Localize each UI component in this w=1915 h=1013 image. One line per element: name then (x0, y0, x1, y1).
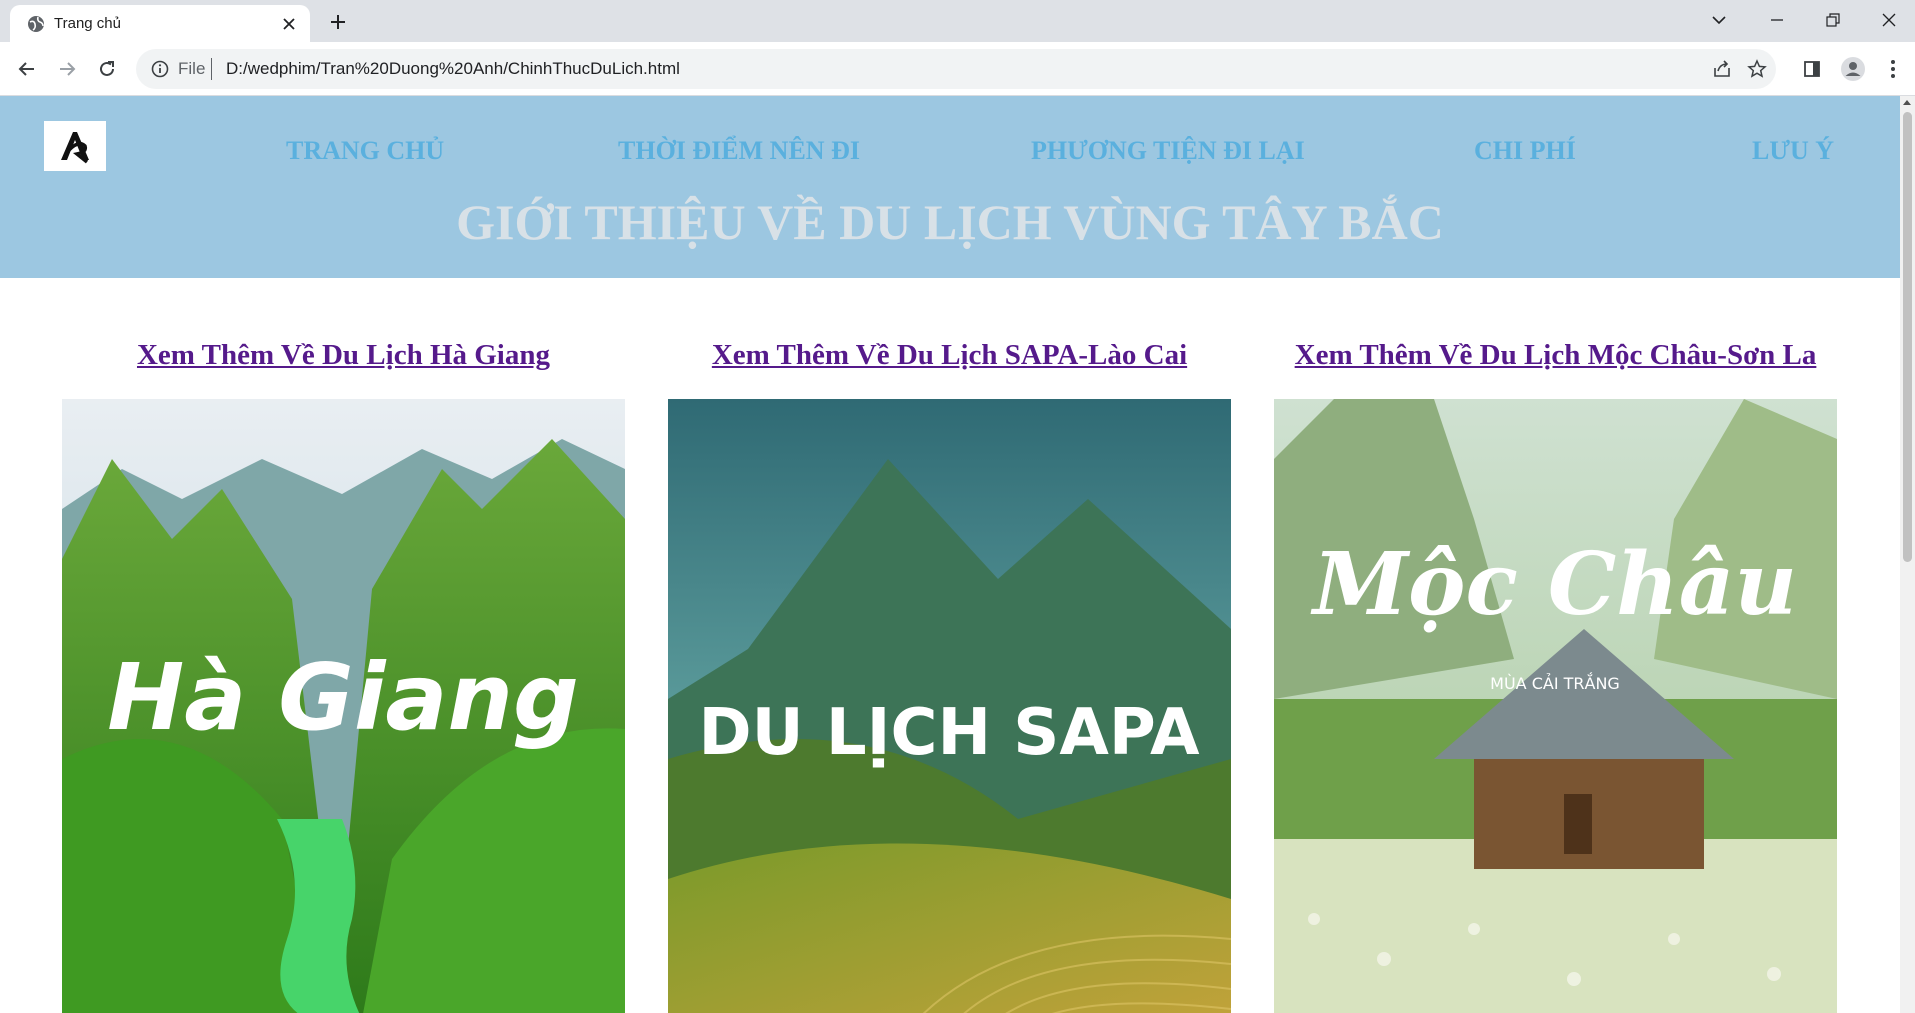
sapa-image-text: DU LỊCH SAPA (699, 696, 1200, 770)
tab-strip: Trang chủ (0, 0, 1915, 42)
ha-giang-image[interactable]: Hà Giang (62, 399, 625, 1013)
moc-chau-image-subtext: MÙA CẢI TRẮNG (1490, 672, 1620, 693)
link-ha-giang[interactable]: Xem Thêm Về Du Lịch Hà Giang (62, 338, 625, 372)
moc-chau-image[interactable]: Mộc Châu MÙA CẢI TRẮNG (1274, 399, 1837, 1013)
url-text[interactable]: D:/wedphim/Tran%20Duong%20Anh/ChinhThucD… (226, 59, 680, 79)
close-icon[interactable] (278, 13, 300, 35)
info-icon[interactable] (150, 59, 170, 79)
chevron-down-icon[interactable] (1699, 4, 1739, 36)
site-logo[interactable] (44, 121, 106, 171)
profile-icon[interactable] (1839, 55, 1867, 83)
nav-link-best-time[interactable]: THỜI ĐIỂM NÊN ĐI (618, 136, 860, 166)
site-header: TRANG CHỦ THỜI ĐIỂM NÊN ĐI PHƯƠNG TIỆN Đ… (0, 96, 1900, 278)
browser-tab[interactable]: Trang chủ (10, 5, 310, 42)
reload-icon[interactable] (93, 55, 121, 83)
page-scrollbar[interactable] (1900, 96, 1915, 1013)
arrow-left-icon[interactable] (13, 55, 41, 83)
arrow-right-icon[interactable] (53, 55, 81, 83)
address-bar[interactable]: File D:/wedphim/Tran%20Duong%20Anh/Chinh… (136, 49, 1776, 89)
nav-link-notes[interactable]: LƯU Ý (1752, 136, 1834, 166)
close-window-icon[interactable] (1869, 4, 1909, 36)
ha-giang-image-text: Hà Giang (107, 644, 579, 751)
nav-link-cost[interactable]: CHI PHÍ (1474, 136, 1576, 166)
scrollbar-thumb[interactable] (1903, 112, 1912, 562)
side-panel-icon[interactable] (1798, 55, 1826, 83)
nav-link-home[interactable]: TRANG CHỦ (286, 136, 444, 166)
plus-icon[interactable] (324, 8, 352, 36)
page-viewport: TRANG CHỦ THỜI ĐIỂM NÊN ĐI PHƯƠNG TIỆN Đ… (0, 96, 1915, 1013)
sapa-image[interactable]: DU LỊCH SAPA (668, 399, 1231, 1013)
page-title: GIỚI THIỆU VỀ DU LỊCH VÙNG TÂY BẮC (456, 194, 1444, 250)
star-icon[interactable] (1746, 58, 1768, 80)
moc-chau-image-text: Mộc Châu (1310, 534, 1797, 635)
browser-toolbar: File D:/wedphim/Tran%20Duong%20Anh/Chinh… (0, 42, 1915, 96)
globe-icon (26, 14, 46, 34)
url-scheme-label: File (178, 59, 206, 78)
link-moc-chau-son-la[interactable]: Xem Thêm Về Du Lịch Mộc Châu-Sơn La (1274, 338, 1837, 372)
tab-title: Trang chủ (54, 15, 121, 32)
url-divider (211, 58, 212, 80)
share-icon[interactable] (1711, 58, 1733, 80)
kebab-menu-icon[interactable] (1879, 55, 1907, 83)
restore-icon[interactable] (1813, 4, 1853, 36)
link-sapa-lao-cai[interactable]: Xem Thêm Về Du Lịch SAPA-Lào Cai (668, 338, 1231, 372)
scroll-up-icon[interactable] (1903, 100, 1911, 105)
nav-link-transport[interactable]: PHƯƠNG TIỆN ĐI LẠI (1031, 136, 1305, 166)
minimize-icon[interactable] (1757, 4, 1797, 36)
